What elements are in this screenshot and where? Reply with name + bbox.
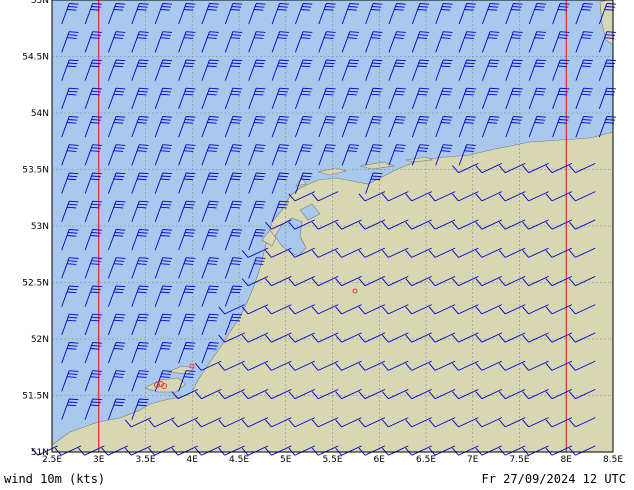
latitude-tick-label: 51N [31,448,49,458]
longitude-labels: 2.5E 3E 3.5E 4E 4.5E 5E 5.5E 6E 6.5E 7E 7.5E 8E 8.5E [42,455,623,465]
longitude-tick-label: 4E [187,455,199,465]
latitude-tick-label: 54.5N [22,53,49,63]
latitude-tick-label: 54N [31,109,49,119]
longitude-tick-label: 5.5E [323,455,343,465]
wind-map: 2.5E 3E 3.5E 4E 4.5E 5E 5.5E 6E 6.5E 7E 7.5E 8E 8.5E… [22,0,623,465]
longitude-tick-label: 5E [280,455,292,465]
longitude-tick-label: 6.5E [416,455,436,465]
longitude-tick-label: 3.5E [136,455,156,465]
longitude-tick-label: 3E [93,455,105,465]
longitude-tick-label: 6E [374,455,386,465]
latitude-tick-label: 53N [31,222,49,232]
latitude-tick-label: 55N [31,0,49,6]
longitude-tick-label: 8.5E [603,455,623,465]
longitude-tick-label: 4.5E [229,455,249,465]
latitude-tick-label: 52N [31,335,49,345]
footer-valid-time: Fr 27/09/2024 12 UTC [481,472,627,486]
latitude-tick-label: 53.5N [22,166,49,176]
latitude-labels: 51N 51.5N 52N 52.5N 53N 53.5N 54N 54.5N 55N [22,0,49,458]
longitude-tick-label: 8E [561,455,573,465]
footer-variable-label: wind 10m (kts) [4,472,106,486]
latitude-tick-label: 51.5N [22,392,49,402]
longitude-tick-label: 7E [467,455,479,465]
longitude-tick-label: 7.5E [510,455,530,465]
latitude-tick-label: 52.5N [22,279,49,289]
